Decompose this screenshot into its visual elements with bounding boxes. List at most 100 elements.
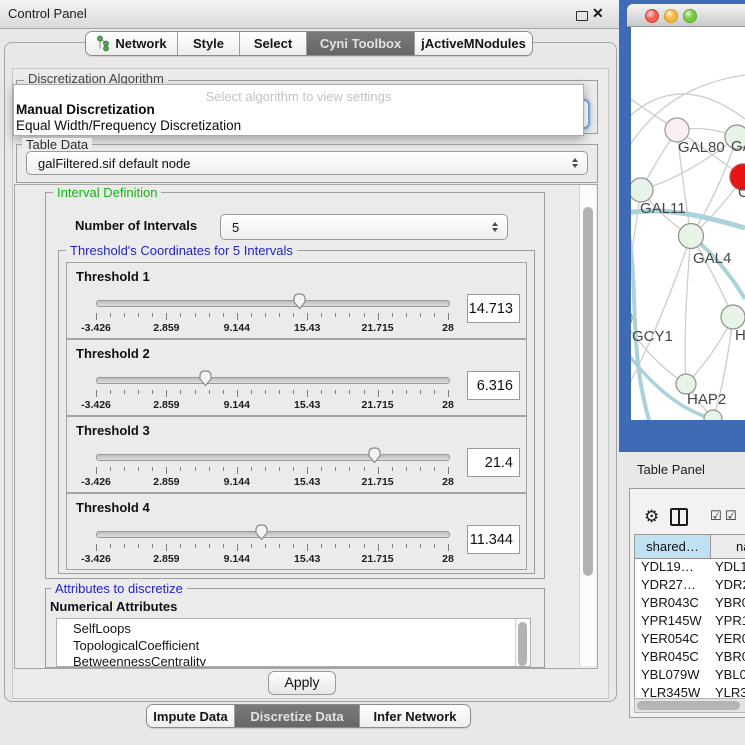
attribute-list-item[interactable]: BetweennessCentrality — [57, 654, 530, 667]
tab-jactivemnodules[interactable]: jActiveMNodules — [415, 32, 532, 55]
tab-infer-network[interactable]: Infer Network — [360, 705, 470, 727]
tab-network[interactable]: Network — [86, 32, 178, 55]
close-icon[interactable]: ✕ — [592, 5, 604, 22]
slider-track[interactable] — [96, 300, 450, 307]
network-node-label: GAL4 — [693, 250, 731, 267]
minimize-traffic-light[interactable] — [664, 9, 678, 23]
network-edge — [631, 94, 745, 123]
thresholds-group-title: Threshold's Coordinates for 5 Intervals — [66, 244, 297, 257]
slider-thumb[interactable] — [198, 369, 213, 392]
slider-tick — [237, 390, 238, 397]
cell-name: YBR0 — [711, 649, 745, 667]
tab-network-label: Network — [115, 36, 166, 51]
slider-tick — [420, 467, 421, 471]
slider-tick-label: 28 — [442, 322, 454, 334]
table-row[interactable]: YDL19…YDL1 — [635, 559, 745, 577]
slider-tick — [96, 544, 97, 551]
slider-tick — [96, 313, 97, 320]
tab-select[interactable]: Select — [240, 32, 307, 55]
algorithm-option-equal-width[interactable]: Equal Width/Frequency Discretization — [16, 118, 576, 133]
vertical-scrollbar[interactable] — [579, 185, 596, 666]
slider-tick — [434, 313, 435, 317]
gear-icon[interactable]: ⚙ — [644, 507, 659, 527]
threshold-panel: Threshold 3-3.4262.8599.14415.4321.71528… — [66, 416, 527, 493]
network-window-titlebar[interactable] — [627, 4, 745, 27]
network-node[interactable] — [631, 178, 653, 202]
horizontal-scrollbar-thumb[interactable] — [637, 701, 740, 710]
zoom-traffic-light[interactable] — [683, 9, 697, 23]
slider-tick — [96, 467, 97, 474]
slider-tick — [152, 544, 153, 548]
cell-shared-name: YER054C — [635, 631, 711, 649]
vertical-scrollbar-thumb[interactable] — [583, 207, 593, 576]
table-row[interactable]: YER054CYER0 — [635, 631, 745, 649]
tab-impute-data[interactable]: Impute Data — [147, 705, 235, 727]
close-traffic-light[interactable] — [645, 9, 659, 23]
slider-tick — [124, 544, 125, 548]
cell-shared-name: YBL079W — [635, 667, 711, 685]
apply-button[interactable]: Apply — [268, 671, 336, 695]
slider-thumb[interactable] — [367, 446, 382, 469]
table-row[interactable]: YDR27…YDR2 — [635, 577, 745, 595]
slider-tick — [420, 544, 421, 548]
slider-track[interactable] — [96, 531, 450, 538]
slider-tick — [180, 544, 181, 548]
network-view-window[interactable]: GAL80GACGAL11GAL4GCY1HHAP2 — [619, 0, 745, 452]
attributes-scrollbar[interactable] — [515, 619, 530, 666]
slider-tick — [448, 467, 449, 474]
tab-style[interactable]: Style — [178, 32, 240, 55]
num-intervals-select[interactable]: 5 — [220, 214, 508, 240]
slider-thumb[interactable] — [254, 523, 269, 546]
column-header-shared-name[interactable]: shared… — [635, 535, 711, 558]
attributes-scrollbar-thumb[interactable] — [518, 622, 527, 666]
cell-name: YBL0 — [711, 667, 745, 685]
table-row[interactable]: YPR145WYPR1 — [635, 613, 745, 631]
slider-tick — [335, 544, 336, 548]
slider-tick — [307, 544, 308, 551]
checkbox-icon[interactable]: ☑ — [725, 509, 737, 524]
slider-tick — [195, 313, 196, 317]
column-header-name[interactable]: na — [711, 535, 745, 558]
network-node[interactable] — [721, 305, 745, 329]
slider-tick — [251, 390, 252, 394]
slider-tick — [392, 544, 393, 548]
slider-tick-label: 9.144 — [224, 322, 250, 334]
network-node[interactable] — [631, 308, 632, 328]
slider-tick — [335, 467, 336, 471]
table-row[interactable]: YBL079WYBL0 — [635, 667, 745, 685]
stepper-arrows-icon — [492, 222, 498, 232]
slider-tick — [335, 390, 336, 394]
cell-name: YBR0 — [711, 595, 745, 613]
network-node[interactable] — [679, 224, 704, 249]
threshold-value-field[interactable]: 6.316 — [467, 371, 520, 400]
table-data-select[interactable]: galFiltered.sif default node — [26, 151, 588, 175]
algorithm-option-manual[interactable]: Manual Discretization — [16, 102, 576, 117]
tab-discretize-data[interactable]: Discretize Data — [235, 705, 360, 727]
slider-tick — [195, 544, 196, 548]
slider-track[interactable] — [96, 377, 450, 384]
network-edge — [691, 236, 733, 317]
threshold-value-field[interactable]: 11.344 — [467, 525, 520, 554]
slider-tick — [138, 467, 139, 471]
slider-track[interactable] — [96, 454, 450, 461]
tab-cyni-toolbox[interactable]: Cyni Toolbox — [307, 32, 415, 55]
float-window-icon[interactable] — [576, 11, 588, 21]
table-row[interactable]: YBR045CYBR0 — [635, 649, 745, 667]
num-intervals-label: Number of Intervals — [75, 218, 197, 233]
slider-tick — [406, 390, 407, 394]
slider-tick — [237, 313, 238, 320]
attributes-list[interactable]: SelfLoopsTopologicalCoefficientBetweenne… — [56, 618, 531, 667]
horizontal-scrollbar[interactable] — [634, 698, 745, 713]
network-canvas[interactable]: GAL80GACGAL11GAL4GCY1HHAP2 — [631, 27, 745, 420]
checkbox-icon[interactable]: ☑ — [710, 509, 722, 524]
attribute-list-item[interactable]: SelfLoops — [57, 621, 530, 638]
threshold-value-field[interactable]: 21.4 — [467, 448, 520, 477]
column-layout-icon[interactable] — [670, 508, 688, 526]
table-row[interactable]: YBR043CYBR0 — [635, 595, 745, 613]
threshold-value-field[interactable]: 14.713 — [467, 294, 520, 323]
network-node-label: GCY1 — [632, 328, 673, 345]
attribute-list-item[interactable]: TopologicalCoefficient — [57, 638, 530, 655]
num-intervals-value: 5 — [221, 220, 492, 235]
slider-tick — [420, 313, 421, 317]
slider-thumb[interactable] — [292, 292, 307, 315]
